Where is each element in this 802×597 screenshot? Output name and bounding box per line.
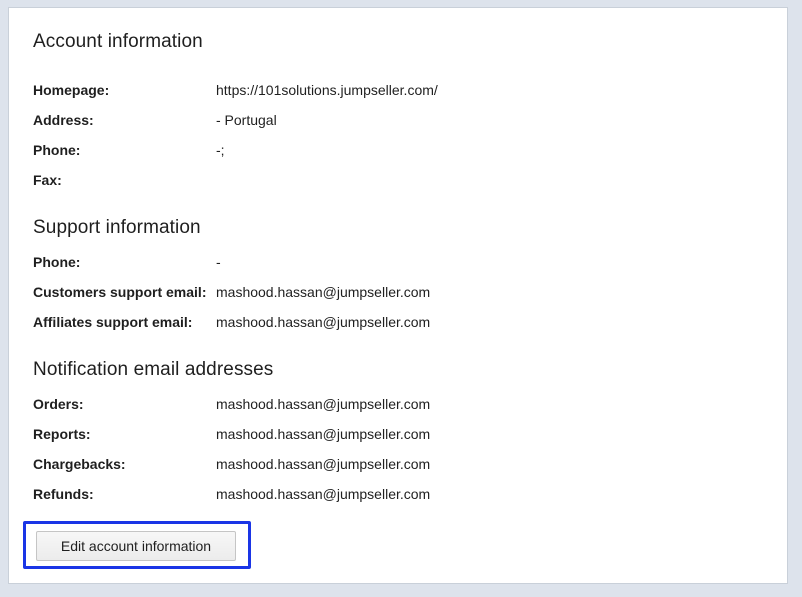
homepage-label: Homepage: — [33, 82, 110, 98]
homepage-value: https://101solutions.jumpseller.com/ — [216, 82, 438, 98]
refunds-label: Refunds: — [33, 486, 94, 502]
orders-label: Orders: — [33, 396, 84, 412]
support-information-heading: Support information — [33, 217, 201, 238]
affiliates-support-email-value: mashood.hassan@jumpseller.com — [216, 314, 431, 330]
fax-label: Fax: — [33, 172, 62, 188]
refunds-value: mashood.hassan@jumpseller.com — [216, 486, 431, 502]
chargebacks-label: Chargebacks: — [33, 456, 126, 472]
edit-button-highlight: Edit account information — [23, 521, 251, 569]
reports-label: Reports: — [33, 426, 91, 442]
orders-value: mashood.hassan@jumpseller.com — [216, 396, 431, 412]
affiliates-support-email-label: Affiliates support email: — [33, 314, 193, 330]
customers-support-email-label: Customers support email: — [33, 284, 207, 300]
edit-account-information-button[interactable]: Edit account information — [36, 531, 236, 561]
notification-emails-heading: Notification email addresses — [33, 359, 274, 380]
account-information-heading: Account information — [33, 31, 203, 52]
account-info-panel: Account information Homepage: https://10… — [8, 7, 788, 584]
chargebacks-value: mashood.hassan@jumpseller.com — [216, 456, 431, 472]
account-phone-value: -; — [216, 142, 225, 158]
support-phone-label: Phone: — [33, 254, 81, 270]
support-phone-value: - — [216, 254, 221, 270]
reports-value: mashood.hassan@jumpseller.com — [216, 426, 431, 442]
address-label: Address: — [33, 112, 94, 128]
customers-support-email-value: mashood.hassan@jumpseller.com — [216, 284, 431, 300]
address-value: - Portugal — [216, 112, 277, 128]
account-phone-label: Phone: — [33, 142, 81, 158]
